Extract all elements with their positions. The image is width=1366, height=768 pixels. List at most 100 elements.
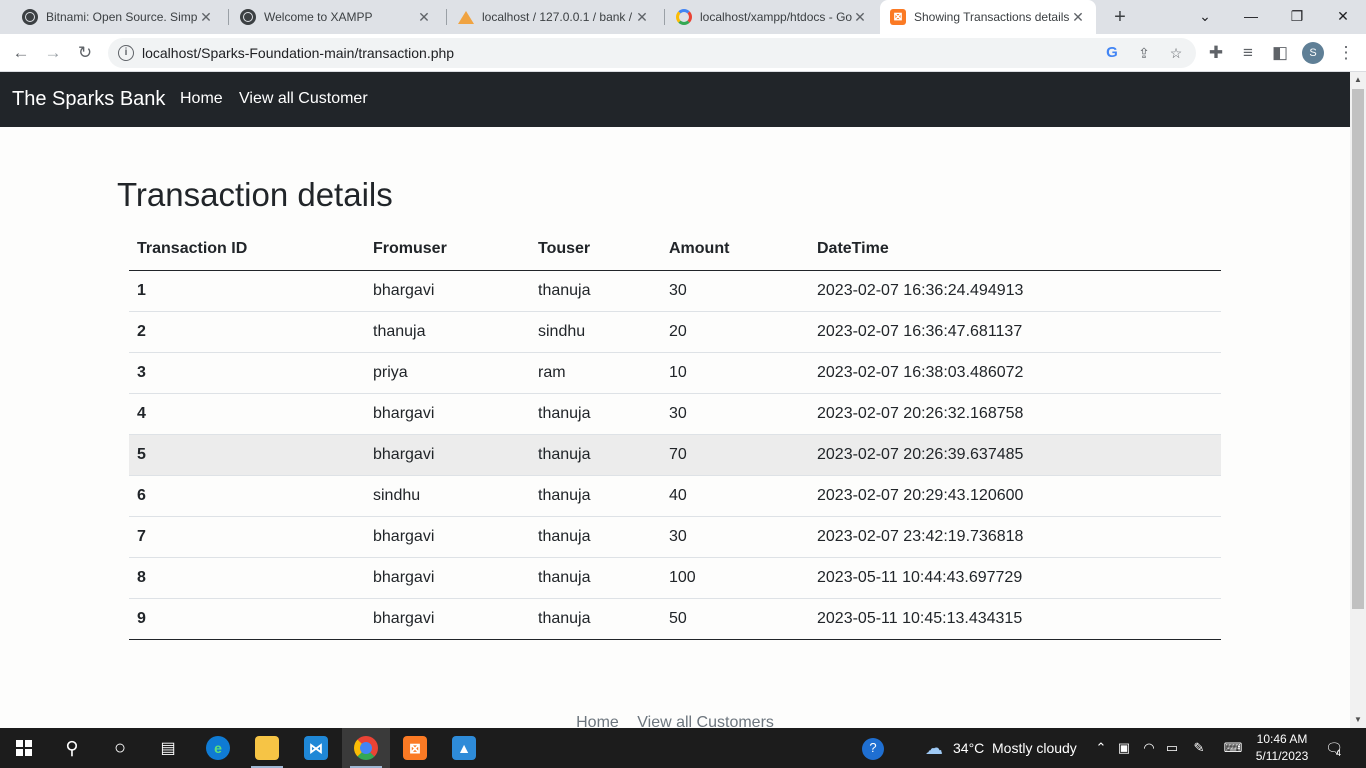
weather-description[interactable]: Mostly cloudy: [992, 740, 1077, 756]
address-bar[interactable]: i localhost/Sparks-Foundation-main/trans…: [108, 38, 1196, 68]
browser-tab-active[interactable]: ⊠ Showing Transactions details ✕: [880, 0, 1096, 34]
system-clock[interactable]: 10:46 AM 5/11/2023: [1252, 731, 1312, 765]
restore-icon[interactable]: ❐: [1274, 0, 1320, 34]
wifi-icon[interactable]: ◠: [1139, 738, 1159, 758]
close-icon[interactable]: ✕: [416, 9, 432, 26]
minimize-icon[interactable]: —: [1228, 0, 1274, 34]
transaction-id-cell: 2: [129, 311, 365, 353]
amount-cell: 50: [661, 598, 809, 640]
scroll-up-arrow-icon[interactable]: ▲: [1350, 72, 1366, 88]
amount-cell: 20: [661, 311, 809, 353]
column-header: Fromuser: [365, 229, 530, 271]
datetime-cell: 2023-02-07 20:26:32.168758: [809, 393, 1221, 435]
browser-tab[interactable]: localhost / 127.0.0.1 / bank / ✕: [448, 0, 660, 34]
forward-icon[interactable]: →: [39, 39, 67, 67]
browser-tab[interactable]: localhost/xampp/htdocs - Google Search ✕: [666, 0, 878, 34]
browser-tab[interactable]: Bitnami: Open Source. Simplified ✕: [12, 0, 224, 34]
footer-links: Home View all Customers: [0, 714, 1350, 728]
help-icon[interactable]: ?: [862, 738, 884, 760]
vscode-icon[interactable]: ⋈: [292, 728, 340, 768]
table-row: 9 bhargavi thanuja 50 2023-05-11 10:45:1…: [129, 598, 1221, 640]
url-text[interactable]: localhost/Sparks-Foundation-main/transac…: [142, 45, 454, 61]
extensions-icon[interactable]: ✚: [1202, 39, 1230, 67]
footer-link-view-all-customers[interactable]: View all Customers: [637, 714, 774, 728]
google-icon: [676, 9, 692, 25]
datetime-cell: 2023-02-07 16:36:24.494913: [809, 270, 1221, 312]
xampp-control-icon[interactable]: ⊠: [391, 728, 439, 768]
reload-icon[interactable]: ↻: [71, 39, 99, 67]
tab-divider: [446, 9, 447, 25]
photos-icon[interactable]: ▲: [440, 728, 488, 768]
close-icon[interactable]: ✕: [1070, 9, 1086, 26]
amount-cell: 30: [661, 270, 809, 312]
task-view-icon[interactable]: ▤: [144, 728, 192, 768]
battery-icon[interactable]: ▭: [1162, 738, 1182, 758]
fromuser-cell: bhargavi: [365, 598, 530, 640]
network-device-icon[interactable]: ▣: [1114, 738, 1134, 758]
google-lens-icon[interactable]: G: [1102, 43, 1122, 63]
touser-cell: thanuja: [530, 598, 661, 640]
nav-link-view-all-customer[interactable]: View all Customer: [239, 90, 368, 108]
chrome-icon[interactable]: [342, 728, 390, 768]
transaction-id-cell: 5: [129, 434, 365, 476]
share-icon[interactable]: ⇪: [1134, 43, 1154, 63]
globe-icon: [240, 9, 256, 25]
tab-search-icon[interactable]: ⌄: [1182, 0, 1228, 34]
close-icon[interactable]: ✕: [634, 9, 650, 26]
file-explorer-icon[interactable]: [243, 728, 291, 768]
table-row: 3 priya ram 10 2023-02-07 16:38:03.48607…: [129, 352, 1221, 394]
profile-avatar[interactable]: S: [1302, 42, 1324, 64]
column-header: Amount: [661, 229, 809, 271]
brand-link[interactable]: The Sparks Bank: [12, 88, 165, 111]
chevron-up-icon[interactable]: ⌃: [1091, 738, 1111, 758]
cortana-icon[interactable]: ○: [96, 728, 144, 768]
side-panel-icon[interactable]: ◧: [1266, 39, 1294, 67]
datetime-cell: 2023-02-07 20:26:39.637485: [809, 434, 1221, 476]
xampp-icon: ⊠: [890, 9, 906, 25]
start-button[interactable]: [0, 728, 48, 768]
clock-time: 10:46 AM: [1256, 732, 1308, 746]
keyboard-icon[interactable]: ⌨: [1220, 738, 1246, 758]
bookmark-star-icon[interactable]: ☆: [1166, 43, 1186, 63]
tab-title: localhost / 127.0.0.1 / bank /: [482, 10, 633, 24]
clock-date: 5/11/2023: [1255, 749, 1309, 763]
close-icon[interactable]: ✕: [198, 9, 214, 26]
new-tab-button[interactable]: +: [1108, 5, 1132, 29]
datetime-cell: 2023-02-07 20:29:43.120600: [809, 475, 1221, 517]
touser-cell: ram: [530, 352, 661, 394]
weather-cloud-icon[interactable]: ☁: [920, 738, 948, 758]
media-control-icon[interactable]: ≡: [1234, 39, 1262, 67]
fromuser-cell: bhargavi: [365, 557, 530, 599]
touser-cell: thanuja: [530, 270, 661, 312]
browser-tab[interactable]: Welcome to XAMPP ✕: [230, 0, 442, 34]
transaction-id-cell: 8: [129, 557, 365, 599]
amount-cell: 100: [661, 557, 809, 599]
windows-taskbar: ⚲ ○ ▤ e ⋈ ⊠ ▲ ? ☁ 34°C Mostly cloudy ⌃ ▣…: [0, 728, 1366, 768]
column-header: Touser: [530, 229, 661, 271]
nav-link-home[interactable]: Home: [180, 90, 223, 108]
datetime-cell: 2023-02-07 16:38:03.486072: [809, 352, 1221, 394]
phpmyadmin-icon: [458, 10, 474, 24]
fromuser-cell: bhargavi: [365, 270, 530, 312]
weather-temperature[interactable]: 34°C: [953, 740, 984, 756]
footer-link-home[interactable]: Home: [576, 714, 619, 728]
transaction-id-cell: 4: [129, 393, 365, 435]
pen-icon[interactable]: ✎: [1189, 738, 1209, 758]
search-icon[interactable]: ⚲: [48, 728, 96, 768]
datetime-cell: 2023-02-07 23:42:19.736818: [809, 516, 1221, 558]
site-navbar: The Sparks Bank Home View all Customer: [0, 72, 1350, 127]
transaction-id-cell: 3: [129, 352, 365, 394]
site-info-icon[interactable]: i: [118, 45, 134, 61]
close-window-icon[interactable]: ✕: [1320, 0, 1366, 34]
close-icon[interactable]: ✕: [852, 9, 868, 26]
scroll-down-arrow-icon[interactable]: ▼: [1350, 712, 1366, 728]
back-icon[interactable]: ←: [7, 39, 35, 67]
scrollbar-thumb[interactable]: [1352, 89, 1364, 609]
globe-icon: [22, 9, 38, 25]
vertical-scrollbar[interactable]: ▲ ▼: [1350, 72, 1366, 728]
fromuser-cell: thanuja: [365, 311, 530, 353]
table-row: 7 bhargavi thanuja 30 2023-02-07 23:42:1…: [129, 516, 1221, 558]
fromuser-cell: bhargavi: [365, 516, 530, 558]
menu-kebab-icon[interactable]: ⋮: [1332, 39, 1360, 67]
edge-icon[interactable]: e: [194, 728, 242, 768]
